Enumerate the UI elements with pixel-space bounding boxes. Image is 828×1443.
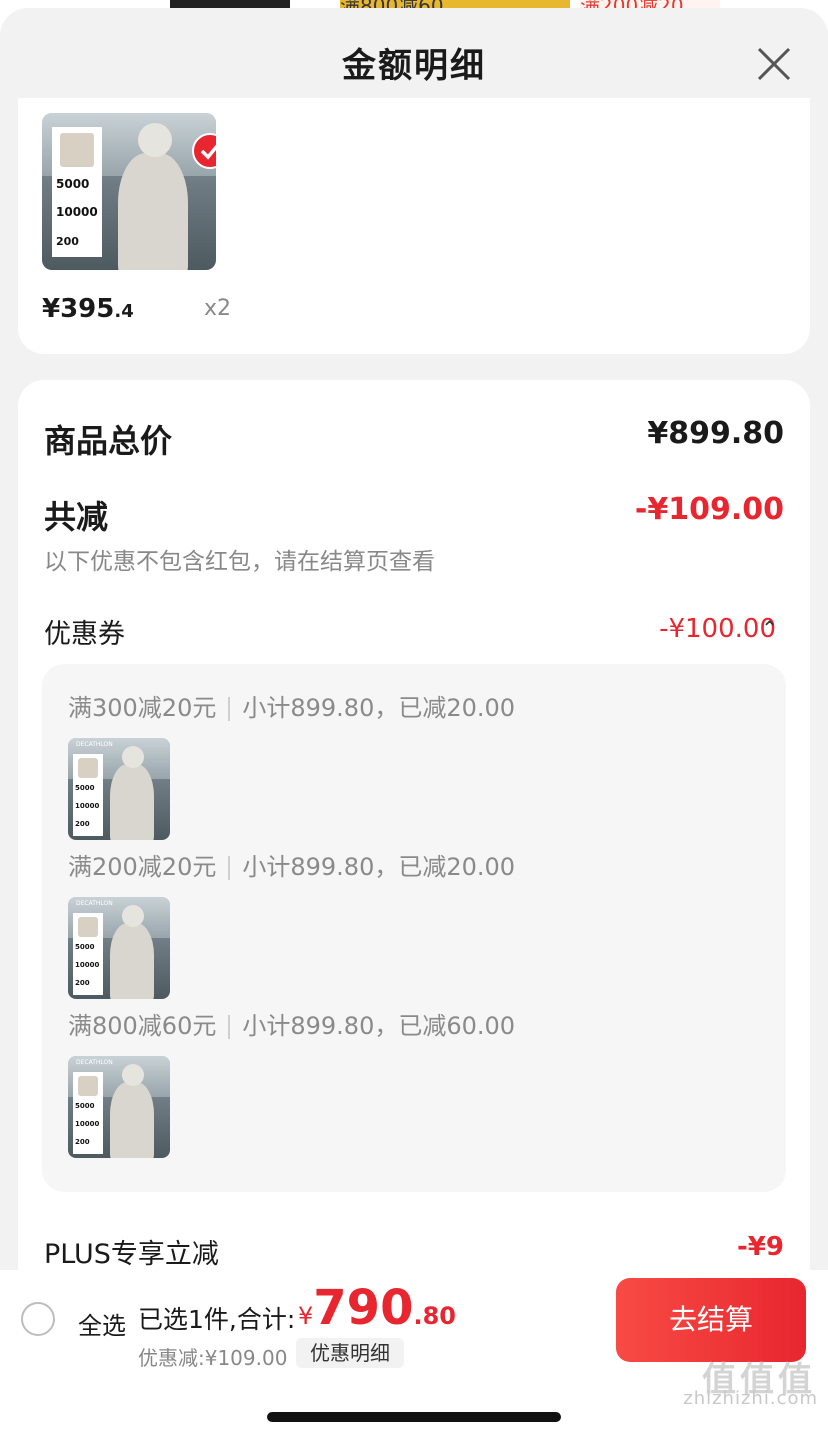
- quantity: x2: [204, 296, 232, 321]
- sheet-title: 金额明细: [342, 46, 486, 86]
- home-indicator[interactable]: [267, 1412, 561, 1422]
- total-reduction-label: 共减: [44, 498, 109, 536]
- coupon-detail-list: 满300减20元 小计899.80，已减20.00 5000 10000 200 …: [42, 664, 786, 1192]
- discount-amount-text: 优惠减:¥109.00: [138, 1346, 288, 1370]
- unit-price: ¥395.4: [42, 294, 134, 324]
- plus-discount-value: -¥9: [737, 1232, 784, 1262]
- selected-check-badge[interactable]: [192, 133, 216, 169]
- coupon-rule-line: 满200减20元 小计899.80，已减20.00: [68, 853, 516, 881]
- reduction-note: 以下优惠不包含红包，请在结算页查看: [44, 549, 435, 575]
- product-card: 5000 10000 200 ¥395.4 x2: [18, 98, 810, 354]
- discount-detail-button[interactable]: 优惠明细: [296, 1338, 404, 1368]
- coupon-product-image[interactable]: 5000 10000 200 DECATHLON: [68, 738, 170, 840]
- total-price-label: 商品总价: [44, 422, 173, 460]
- plus-discount-label: PLUS专享立减: [44, 1239, 219, 1270]
- watermark-site: zhizhizhi.com: [683, 1388, 818, 1409]
- amount-detail-sheet: 金额明细 5000 10000 200 ¥395.4 x2 商品总价 ¥899.…: [0, 8, 828, 1443]
- coupon-rule-line: 满800减60元 小计899.80，已减60.00: [68, 1012, 516, 1040]
- coupon-product-image[interactable]: 5000 10000 200 DECATHLON: [68, 1056, 170, 1158]
- close-button[interactable]: [752, 42, 796, 86]
- checkout-button[interactable]: 去结算: [616, 1278, 806, 1362]
- coupon-value[interactable]: -¥100.00: [659, 614, 776, 644]
- checkout-bar: 全选 已选1件,合计: ¥790.80 优惠减:¥109.00 优惠明细 去结算…: [0, 1270, 828, 1443]
- chevron-up-icon[interactable]: ⌃: [761, 616, 778, 640]
- grand-total-price: ¥790.80: [298, 1280, 456, 1336]
- coupon-label: 优惠券: [44, 619, 125, 650]
- total-reduction-value: -¥109.00: [634, 492, 784, 527]
- close-icon: [757, 47, 791, 81]
- coupon-rule-line: 满300减20元 小计899.80，已减20.00: [68, 694, 516, 722]
- selected-count-text: 已选1件,合计:: [138, 1305, 296, 1334]
- product-image[interactable]: 5000 10000 200: [42, 113, 216, 270]
- select-all-label[interactable]: 全选: [78, 1306, 126, 1341]
- select-all-radio[interactable]: [21, 1302, 55, 1336]
- coupon-product-image[interactable]: 5000 10000 200 DECATHLON: [68, 897, 170, 999]
- check-icon: [200, 144, 216, 160]
- total-price-value: ¥899.80: [647, 416, 784, 451]
